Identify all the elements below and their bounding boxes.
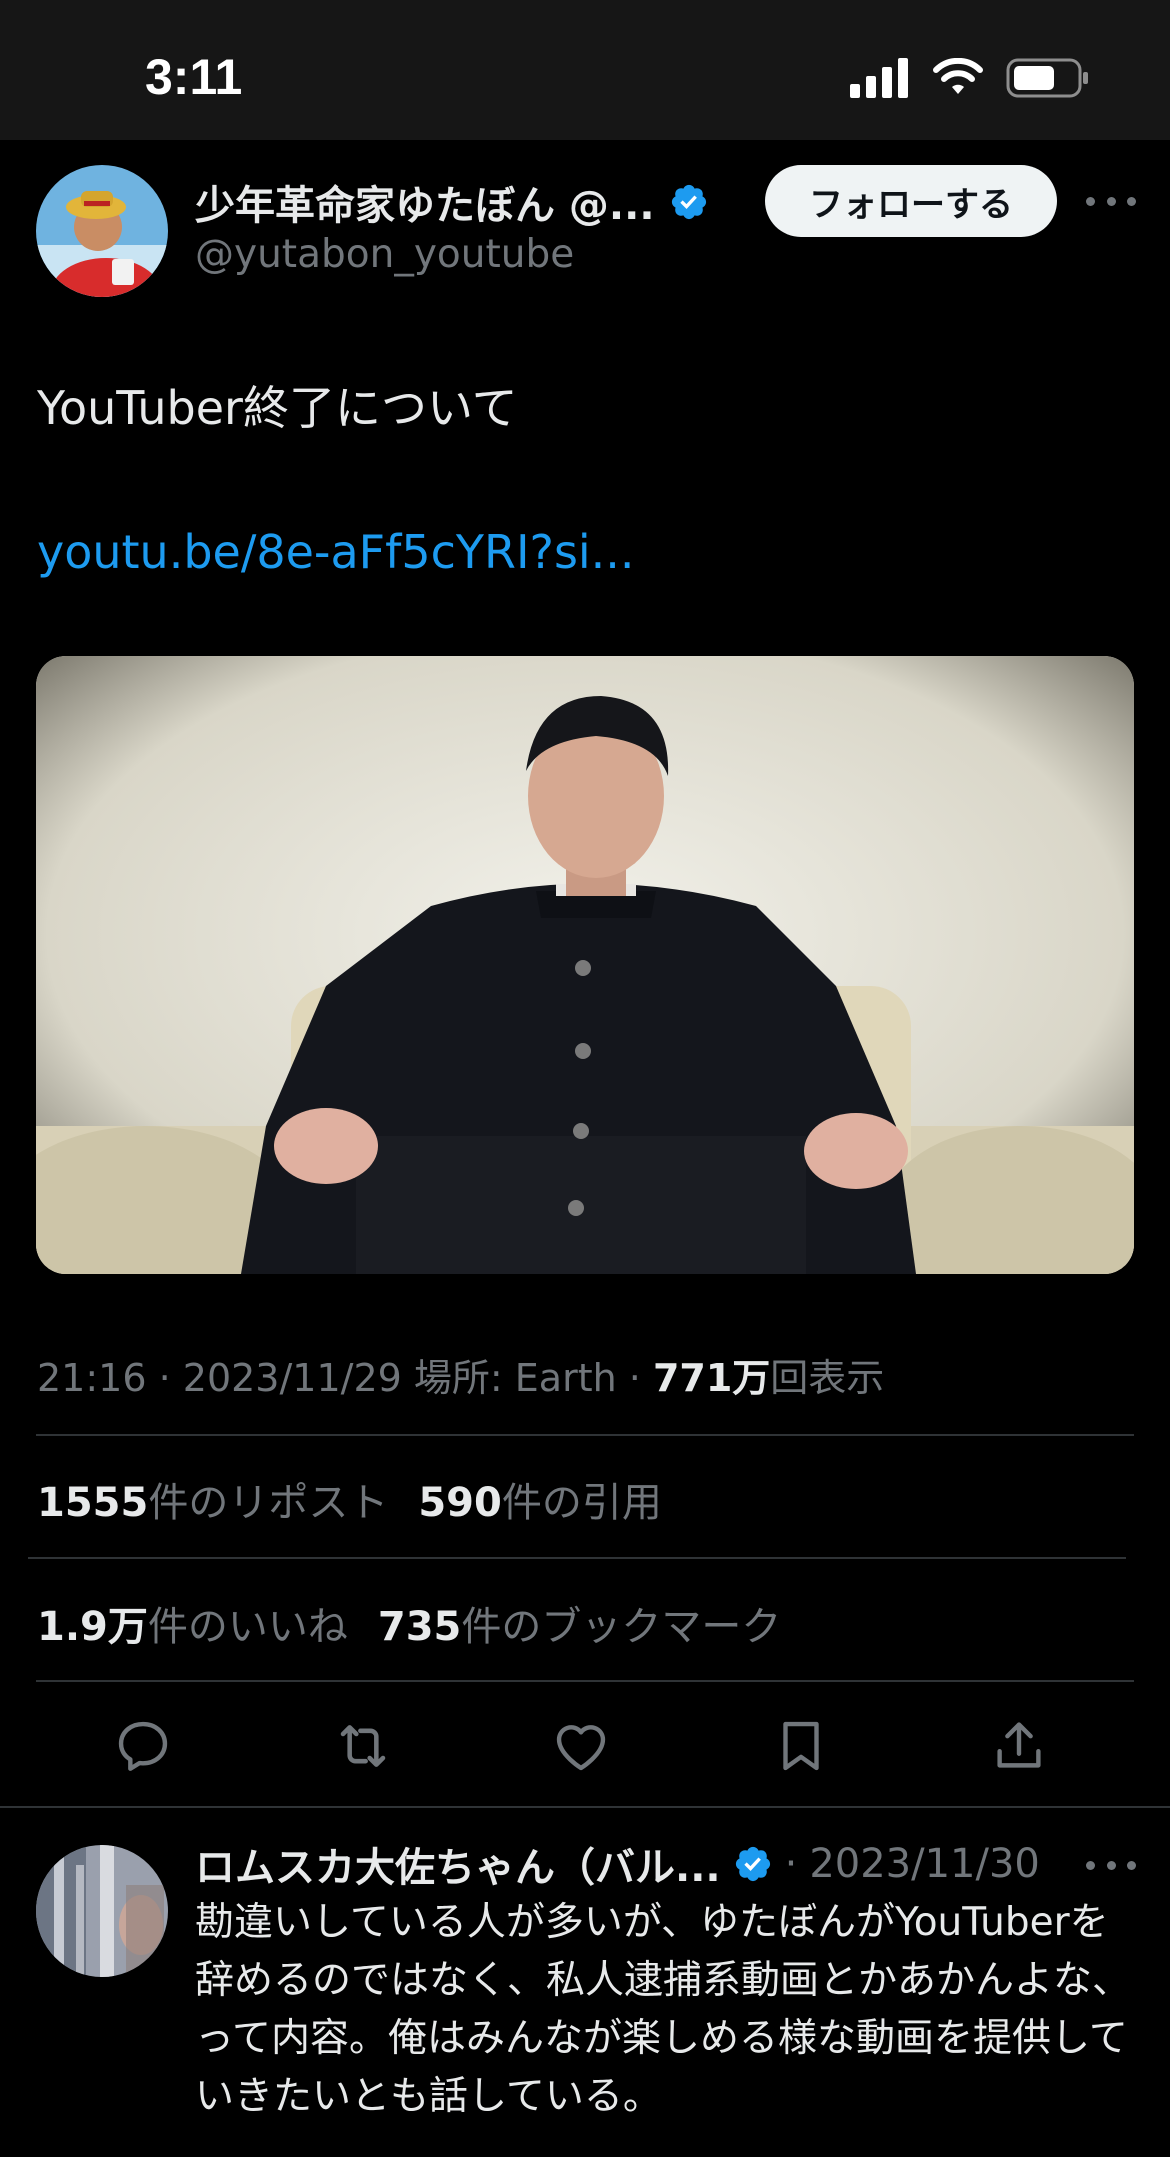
bookmarks-count: 735 (377, 1604, 462, 1650)
reply-text: 勘違いしている人が多いが、ゆたぼんがYouTuberを辞めるのではなく、私人逮捕… (195, 1900, 1132, 2119)
tweet-text: YouTuber終了について (37, 381, 518, 435)
divider (36, 1680, 1134, 1682)
divider (0, 1806, 1170, 1808)
reposts-count: 1555 (37, 1480, 149, 1526)
status-icons (850, 58, 1090, 98)
repost-icon (340, 1725, 386, 1767)
more-icon[interactable] (1086, 191, 1136, 211)
action-bar (0, 1710, 1170, 1782)
more-icon[interactable] (1086, 1855, 1136, 1875)
verified-badge-icon (671, 184, 706, 220)
like-bookmark-stats: 1.9万件のいいね 735件のブックマーク (37, 1594, 781, 1652)
status-bar: 3:11 (0, 0, 1170, 140)
author-name-row[interactable]: 少年革命家ゆたぼん @... (195, 172, 709, 232)
tweet-location: 場所: Earth (413, 1356, 617, 1400)
author-handle[interactable]: @yutabon_youtube (195, 232, 574, 277)
quotes-stat[interactable]: 590件の引用 (418, 1480, 662, 1526)
reply-icon (118, 1721, 168, 1771)
battery-icon (1006, 58, 1088, 98)
like-icon (556, 1725, 606, 1771)
signal-icon (850, 58, 908, 98)
tweet-meta: 21:16 · 2023/11/29 場所: Earth · 771万回表示 (37, 1356, 885, 1400)
reposts-stat[interactable]: 1555件のリポスト (37, 1480, 388, 1526)
reply-button[interactable] (107, 1710, 179, 1782)
like-button[interactable] (545, 1710, 617, 1782)
author-avatar[interactable] (36, 165, 168, 297)
reply-author-avatar[interactable] (36, 1845, 168, 1977)
tweet-date: 2023/11/29 (182, 1356, 402, 1400)
divider (36, 1434, 1134, 1436)
reply-date[interactable]: 2023/11/30 (809, 1841, 1040, 1887)
quotes-label: 件の引用 (501, 1480, 662, 1526)
tweet-media-image[interactable] (36, 656, 1134, 1274)
repost-quote-stats: 1555件のリポスト 590件の引用 (37, 1470, 662, 1528)
status-time: 3:11 (145, 49, 243, 105)
likes-count: 1.9万 (37, 1604, 148, 1650)
tweet-link[interactable]: youtu.be/8e-aFf5cYRI?si... (37, 525, 635, 579)
bookmarks-stat[interactable]: 735件のブックマーク (378, 1604, 782, 1650)
divider (28, 1557, 1126, 1559)
tweet-time: 21:16 (37, 1356, 147, 1400)
views-count: 771万 (652, 1356, 771, 1400)
quotes-count: 590 (418, 1480, 502, 1526)
bookmark-icon (783, 1721, 819, 1771)
likes-stat[interactable]: 1.9万件のいいね (37, 1604, 348, 1650)
repost-button[interactable] (327, 1710, 399, 1782)
bookmarks-label: 件のブックマーク (461, 1604, 782, 1650)
wifi-icon (933, 58, 983, 94)
follow-button[interactable]: フォローする (765, 165, 1057, 237)
reply-header: ロムスカ大佐ちゃん（バル... · 2023/11/30 (195, 1836, 1040, 1892)
share-button[interactable] (983, 1710, 1055, 1782)
reply-author-name[interactable]: ロムスカ大佐ちゃん（バル... (195, 1835, 721, 1893)
reposts-label: 件のリポスト (148, 1480, 389, 1526)
verified-badge-icon (735, 1846, 770, 1882)
bookmark-button[interactable] (765, 1710, 837, 1782)
share-icon (997, 1722, 1041, 1768)
likes-label: 件のいいね (147, 1604, 348, 1650)
author-display-name[interactable]: 少年革命家ゆたぼん @... (195, 173, 655, 231)
views-label: 回表示 (770, 1356, 885, 1400)
